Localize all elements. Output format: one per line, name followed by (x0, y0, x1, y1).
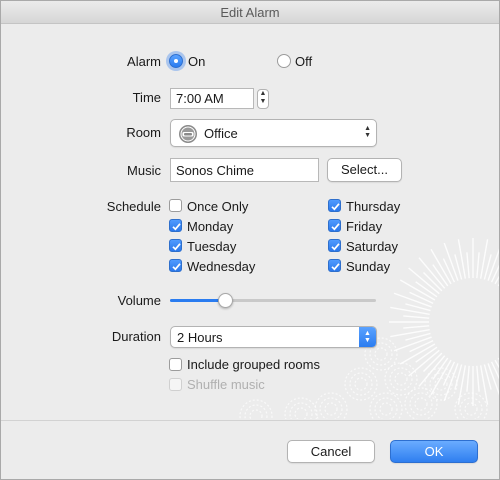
decorative-arc (244, 404, 268, 419)
thursday-label[interactable]: Thursday (346, 199, 400, 214)
tuesday-checkbox[interactable] (169, 239, 182, 252)
cancel-button[interactable]: Cancel (287, 440, 375, 463)
sunday-checkbox[interactable] (328, 259, 341, 272)
checkmark-icon (172, 263, 181, 271)
ok-button[interactable]: OK (390, 440, 478, 463)
include-grouped-rooms-checkbox[interactable] (169, 358, 182, 371)
friday-label[interactable]: Friday (346, 219, 382, 234)
sunburst-ray (408, 267, 440, 295)
volume-slider[interactable] (170, 292, 376, 310)
once-only-checkbox[interactable] (169, 199, 182, 212)
schedule-label: Schedule (106, 199, 161, 214)
checkmark-icon (172, 223, 181, 231)
friday-checkbox[interactable] (328, 219, 341, 232)
volume-label: Volume (117, 293, 161, 308)
once-only-label[interactable]: Once Only (187, 199, 248, 214)
sunburst-ray (476, 365, 480, 392)
thursday-checkbox[interactable] (328, 199, 341, 212)
sunburst-ray (442, 258, 456, 283)
sunburst-ray (418, 257, 446, 289)
shuffle-music-checkbox (169, 378, 182, 391)
stepper-down-icon[interactable]: ▼ (258, 98, 268, 106)
checkmark-icon (172, 243, 181, 251)
decorative-arc (374, 347, 388, 361)
checkmark-icon (331, 263, 340, 271)
room-popup[interactable]: Office ▲ ▼ (170, 119, 377, 147)
time-label: Time (132, 90, 161, 105)
sunburst-ray (476, 252, 480, 279)
alarm-off-radio[interactable] (277, 54, 291, 68)
decorative-arc (379, 402, 393, 416)
decorative-arc (389, 367, 413, 391)
decorative-arc (374, 397, 398, 419)
music-field[interactable]: Sonos Chime (170, 158, 319, 182)
duration-value: 2 Hours (177, 330, 223, 345)
decorative-arc (294, 407, 308, 419)
alarm-off-label[interactable]: Off (295, 54, 312, 69)
duration-popup[interactable]: 2 Hours ▲ ▼ (170, 326, 377, 348)
sunburst-ray (408, 349, 440, 377)
stepper-up-icon[interactable]: ▲ (258, 90, 268, 98)
monday-label[interactable]: Monday (187, 219, 233, 234)
music-label: Music (127, 163, 161, 178)
saturday-checkbox[interactable] (328, 239, 341, 252)
decorative-arc (324, 402, 338, 416)
window-title: Edit Alarm (220, 5, 280, 20)
time-field[interactable]: 7:00 AM (170, 88, 254, 109)
select-music-button[interactable]: Select... (327, 158, 402, 182)
decorative-arc (394, 372, 408, 386)
decorative-arc (409, 392, 433, 416)
volume-thumb[interactable] (218, 293, 234, 308)
saturday-label[interactable]: Saturday (346, 239, 398, 254)
shuffle-music-label: Shuffle music (187, 377, 265, 392)
decorative-arc (349, 372, 373, 396)
checkmark-icon (331, 203, 340, 211)
checkmark-icon (331, 223, 340, 231)
sunday-label[interactable]: Sunday (346, 259, 390, 274)
alarm-label: Alarm (127, 54, 161, 69)
popup-arrows-icon: ▲ ▼ (364, 330, 371, 344)
monday-checkbox[interactable] (169, 219, 182, 232)
sunburst-ray (466, 365, 470, 392)
sunburst-ray (403, 315, 430, 319)
decorative-arc (464, 402, 478, 416)
decorative-arc (414, 397, 428, 411)
sunburst-ray (409, 291, 434, 305)
wednesday-checkbox[interactable] (169, 259, 182, 272)
footer-divider (1, 420, 499, 421)
room-value: Office (204, 126, 238, 141)
duration-label: Duration (111, 329, 161, 344)
duration-arrows: ▲ ▼ (359, 327, 376, 347)
sunburst-ray (409, 339, 434, 353)
checkmark-icon (331, 243, 340, 251)
tuesday-label[interactable]: Tuesday (187, 239, 236, 254)
alarm-on-radio[interactable] (169, 54, 183, 68)
decorative-arc (249, 409, 263, 419)
time-stepper[interactable]: ▲ ▼ (257, 89, 269, 109)
wednesday-label[interactable]: Wednesday (187, 259, 255, 274)
decorative-arc (319, 397, 343, 419)
dialog-content: Alarm On Off Time 7:00 AM ▲ ▼ Room Offic… (1, 24, 499, 419)
alarm-on-label[interactable]: On (188, 54, 205, 69)
sunburst-ray (403, 325, 430, 329)
room-label: Room (126, 125, 161, 140)
sonos-speaker-icon (179, 125, 197, 143)
decorative-arc (459, 397, 483, 419)
sunburst-ray (466, 252, 470, 279)
edit-alarm-dialog: Edit Alarm Alarm On Off Time 7:00 AM ▲ ▼… (0, 0, 500, 480)
include-grouped-rooms-label[interactable]: Include grouped rooms (187, 357, 320, 372)
title-bar[interactable]: Edit Alarm (1, 1, 499, 24)
decorative-arc (289, 402, 313, 419)
decorative-arc (354, 377, 368, 391)
popup-arrows-icon: ▲ ▼ (364, 125, 371, 139)
